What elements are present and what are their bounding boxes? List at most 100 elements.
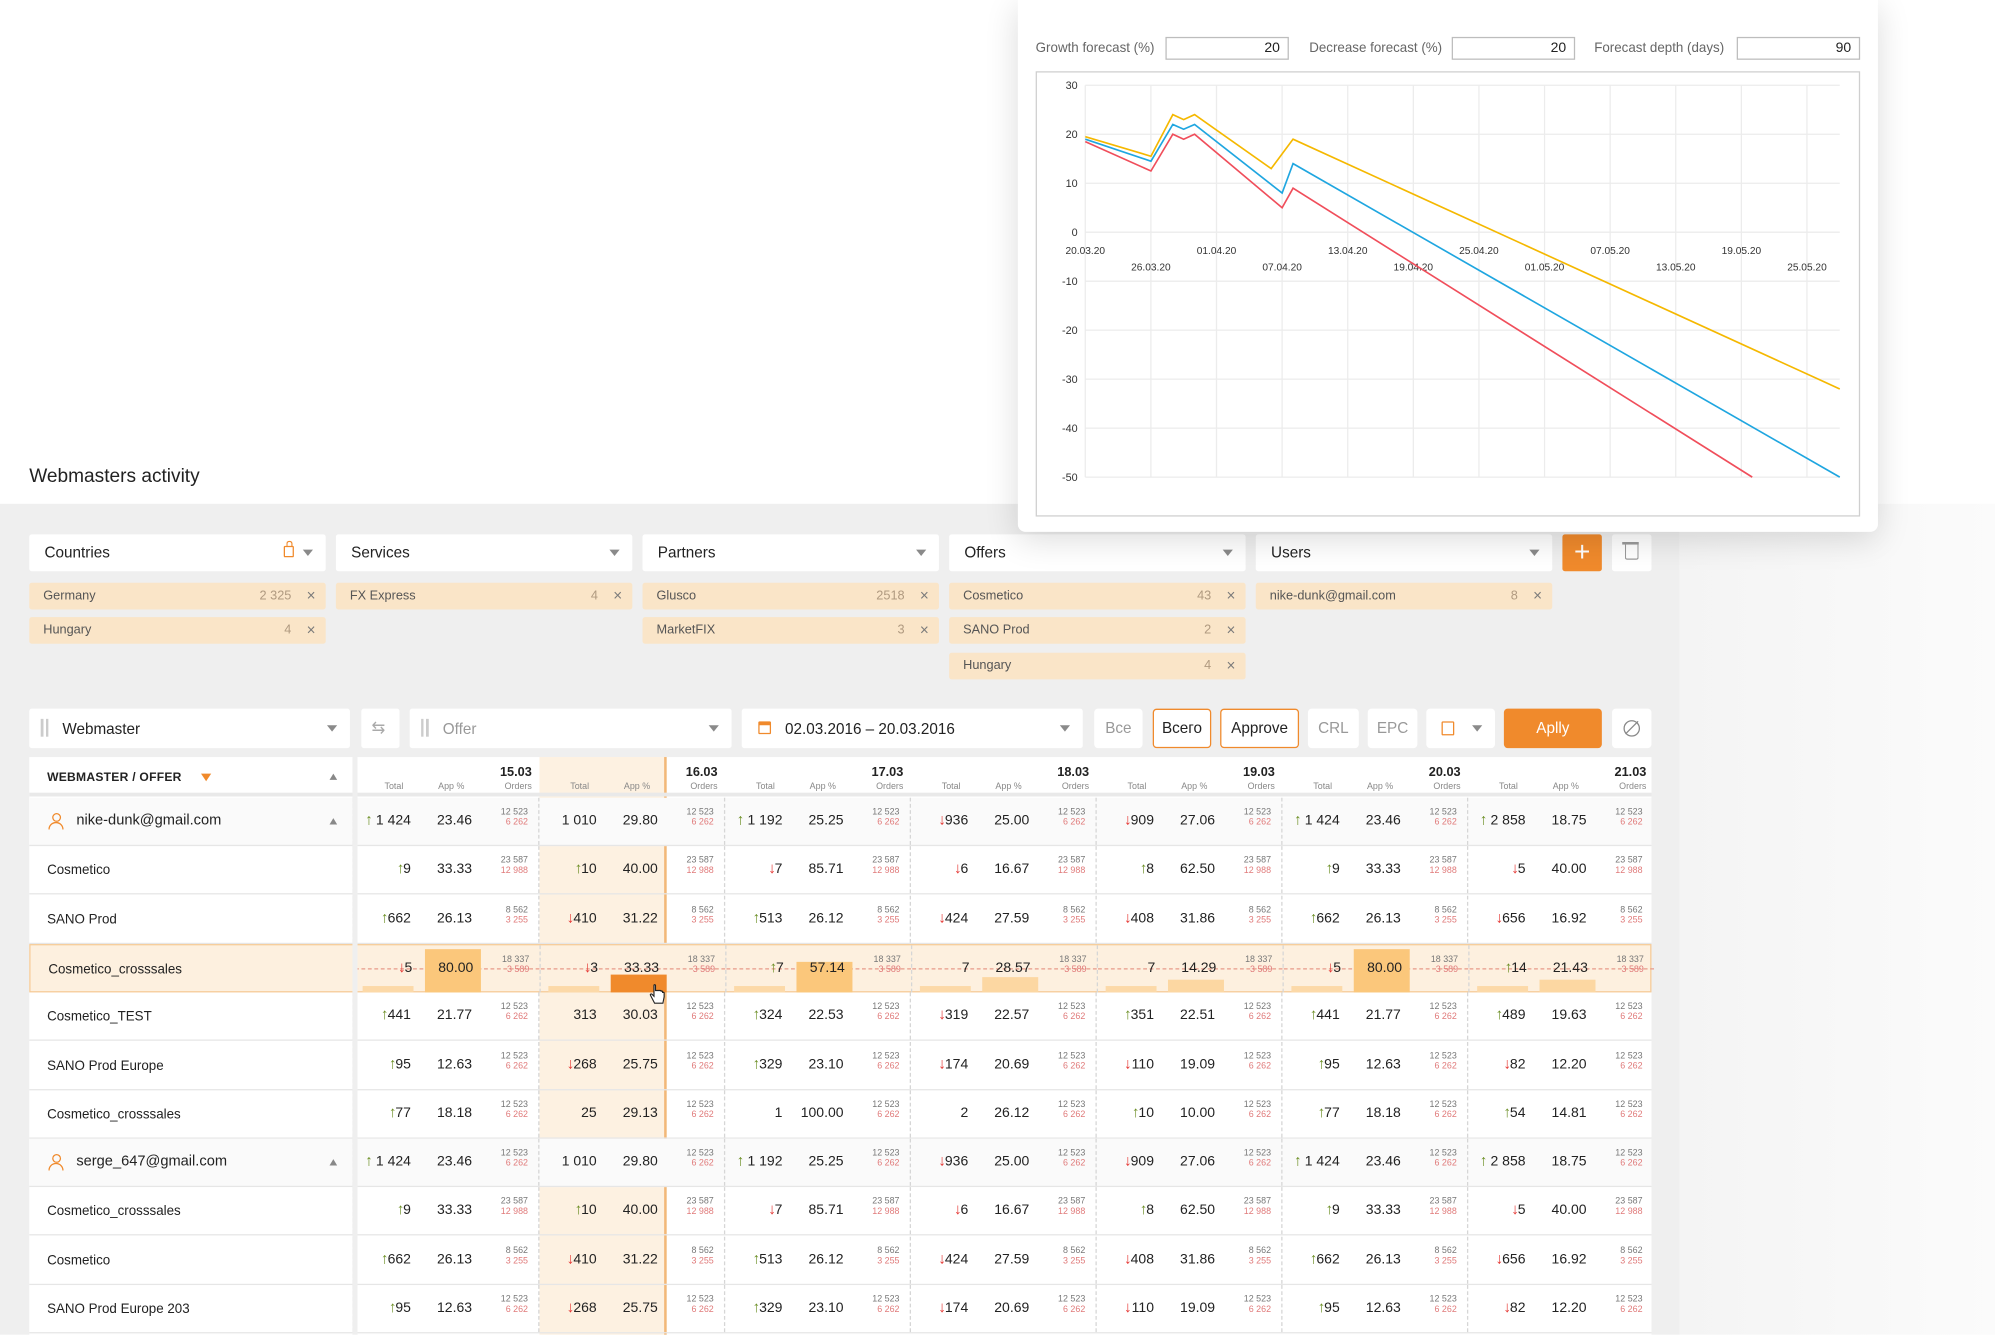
day-cell[interactable]: ↑ 2 858 18.75 12 523 6 262 — [1466, 797, 1653, 845]
day-cell[interactable]: ↑ 441 21.77 12 523 6 262 — [1281, 992, 1467, 1040]
filter-chip[interactable]: nike-dunk@gmail.com 8 × — [1255, 582, 1553, 610]
day-cell[interactable]: ↑ 329 23.10 12 523 6 262 — [723, 1041, 910, 1089]
day-cell[interactable]: ↓ 7 85.71 23 587 12 988 — [723, 1187, 910, 1235]
day-cell[interactable]: 1 100.00 12 523 6 262 — [723, 1090, 910, 1138]
day-cell[interactable]: ↑ 324 22.53 12 523 6 262 — [723, 992, 910, 1040]
day-header[interactable]: 17.03 — [852, 766, 903, 780]
day-cell[interactable]: ↓ 909 27.06 12 523 6 262 — [1095, 1138, 1281, 1186]
drag-handle-icon[interactable] — [40, 718, 49, 737]
day-cell[interactable]: ↑ 1 192 25.25 12 523 6 262 — [723, 1138, 910, 1186]
day-cell[interactable]: ↓ 410 31.22 8 562 3 255 — [538, 895, 724, 943]
day-cell[interactable]: ↑ 662 26.13 8 562 3 255 — [1281, 1236, 1467, 1284]
day-header[interactable]: 21.03 — [1595, 766, 1647, 780]
add-filter-button[interactable]: + — [1562, 534, 1602, 572]
day-cell[interactable]: ↓ 6 16.67 23 587 12 988 — [909, 1187, 1096, 1235]
filter-chip[interactable]: SANO Prod 2 × — [949, 617, 1246, 644]
day-cell[interactable]: 2 26.12 12 523 6 262 — [909, 1090, 1096, 1138]
day-cell[interactable]: ↓ 656 16.92 8 562 3 255 — [1466, 895, 1653, 943]
swap-button[interactable]: ⇆ — [361, 708, 400, 749]
day-cell[interactable]: ↑ 329 23.10 12 523 6 262 — [723, 1285, 910, 1333]
day-cell[interactable]: ↑ 95 12.63 12 523 6 262 — [352, 1041, 538, 1089]
day-cell[interactable]: ↓ 936 25.00 12 523 6 262 — [909, 797, 1096, 845]
day-cell[interactable]: ↑ 441 21.77 12 523 6 262 — [352, 992, 538, 1040]
day-cell[interactable]: ↑ 9 33.33 23 587 12 988 — [1281, 846, 1467, 894]
day-cell[interactable]: ↑ 662 26.13 8 562 3 255 — [352, 895, 538, 943]
day-cell[interactable]: ↓ 3 33.33 18 337 3 589 — [539, 945, 726, 993]
webmaster-row[interactable]: serge_647@gmail.com ↑ 1 424 23.46 12 523 6 26… — [29, 1138, 1652, 1188]
close-icon[interactable]: × — [307, 587, 316, 605]
day-cell[interactable]: ↑ 9 33.33 23 587 12 988 — [1281, 1187, 1467, 1235]
services-filter[interactable]: Services — [335, 534, 633, 572]
day-cell[interactable]: ↓ 174 20.69 12 523 6 262 — [909, 1041, 1096, 1089]
day-cell[interactable]: ↓ 319 22.57 12 523 6 262 — [909, 992, 1096, 1040]
offer-select[interactable]: Offer — [409, 708, 732, 749]
collapse-icon[interactable] — [329, 818, 338, 825]
close-icon[interactable]: × — [1226, 587, 1235, 605]
day-cell[interactable]: 7 28.57 18 337 3 589 — [910, 945, 1097, 993]
close-icon[interactable]: × — [307, 621, 316, 639]
total-button[interactable]: Всего — [1152, 708, 1212, 749]
offer-row[interactable]: Cosmetico_crosssales ↓ 5 80.00 18 337 3 589 ↓ 3… — [29, 943, 1655, 993]
offer-row[interactable]: SANO Prod Europe 203 ↑ 95 12.63 12 523 6 262 ↓… — [29, 1285, 1653, 1334]
day-header[interactable]: 19.03 — [1224, 766, 1275, 780]
day-cell[interactable]: ↓ 424 27.59 8 562 3 255 — [909, 1236, 1096, 1284]
offer-row[interactable]: Cosmetico_crosssales ↑ 77 18.18 12 523 6 262 2… — [29, 1090, 1652, 1139]
day-cell[interactable]: ↓ 110 19.09 12 523 6 262 — [1095, 1285, 1281, 1333]
day-cell[interactable]: ↑ 1 424 23.46 12 523 6 262 — [1281, 797, 1467, 845]
day-cell[interactable]: ↓ 6 16.67 23 587 12 988 — [909, 846, 1096, 894]
offers-filter[interactable]: Offers — [949, 534, 1246, 572]
close-icon[interactable]: × — [1533, 587, 1542, 605]
filter-chip[interactable]: MarketFIX 3 × — [642, 617, 939, 644]
day-header[interactable]: 18.03 — [1038, 766, 1089, 780]
filter-chip[interactable]: Hungary 4 × — [29, 617, 326, 644]
day-cell[interactable]: ↑ 77 18.18 12 523 6 262 — [352, 1090, 538, 1138]
day-header[interactable]: 16.03 — [667, 766, 718, 780]
filter-chip[interactable]: Glusco 2518 × — [642, 582, 939, 610]
day-cell[interactable]: ↓ 5 80.00 18 337 3 589 — [353, 945, 540, 993]
column-header-webmaster[interactable]: WEBMASTER / OFFER — [47, 771, 182, 785]
day-cell[interactable]: ↓ 936 25.00 12 523 6 262 — [909, 1138, 1096, 1186]
apply-button[interactable]: Aplly — [1503, 708, 1602, 749]
day-cell[interactable]: ↑ 513 26.12 8 562 3 255 — [723, 895, 910, 943]
growth-forecast-input[interactable] — [1165, 36, 1289, 60]
filter-chip[interactable]: Hungary 4 × — [949, 652, 1246, 680]
day-cell[interactable]: ↑ 1 424 23.46 12 523 6 262 — [1281, 1138, 1467, 1186]
forecast-depth-input[interactable] — [1736, 36, 1861, 60]
sort-desc-icon[interactable] — [201, 773, 212, 782]
offer-row[interactable]: SANO Prod Europe ↑ 95 12.63 12 523 6 262 ↓ 268 2… — [29, 1041, 1652, 1090]
day-cell[interactable]: ↓ 909 27.06 12 523 6 262 — [1095, 797, 1281, 845]
day-cell[interactable]: ↑ 14 21.43 18 337 3 589 — [1468, 945, 1655, 993]
crl-button[interactable]: CRL — [1307, 708, 1359, 749]
approve-button[interactable]: Approve — [1220, 708, 1300, 749]
reset-button[interactable] — [1612, 708, 1652, 749]
day-cell[interactable]: ↓ 408 31.86 8 562 3 255 — [1095, 895, 1281, 943]
day-cell[interactable]: ↑ 662 26.13 8 562 3 255 — [352, 1236, 538, 1284]
close-icon[interactable]: × — [1226, 657, 1235, 675]
day-cell[interactable]: ↑ 7 57.14 18 337 3 589 — [725, 945, 911, 993]
day-cell[interactable]: ↑ 10 40.00 23 587 12 988 — [538, 846, 724, 894]
offer-row[interactable]: Cosmetico_crosssales ↑ 9 33.33 23 587 12 988 ↑… — [29, 1187, 1652, 1236]
day-cell[interactable]: 1 010 29.80 12 523 6 262 — [538, 797, 724, 845]
day-cell[interactable]: ↑ 8 62.50 23 587 12 988 — [1095, 846, 1281, 894]
decrease-forecast-input[interactable] — [1451, 36, 1576, 60]
offer-row[interactable]: Cosmetico ↑ 9 33.33 23 587 12 988 ↑ 10 40.00 23 5… — [29, 846, 1652, 895]
offer-row[interactable]: Cosmetico ↑ 662 26.13 8 562 3 255 ↓ 410 31.22 8 5… — [29, 1236, 1652, 1285]
filter-chip[interactable]: Cosmetico 43 × — [949, 582, 1246, 610]
day-cell[interactable]: 313 30.03 12 523 6 262 — [538, 992, 724, 1040]
offer-row[interactable]: SANO Prod ↑ 662 26.13 8 562 3 255 ↓ 410 31.22 8 5… — [29, 895, 1653, 944]
day-cell[interactable]: ↓ 82 12.20 12 523 6 262 — [1466, 1285, 1653, 1333]
day-cell[interactable]: ↓ 7 85.71 23 587 12 988 — [723, 846, 910, 894]
day-cell[interactable]: ↑ 1 424 23.46 12 523 6 262 — [352, 1138, 538, 1186]
close-icon[interactable]: × — [920, 587, 929, 605]
day-cell[interactable]: ↓ 424 27.59 8 562 3 255 — [909, 895, 1096, 943]
day-cell[interactable]: ↑ 8 62.50 23 587 12 988 — [1095, 1187, 1281, 1235]
filter-chip[interactable]: Germany 2 325 × — [29, 582, 326, 610]
day-cell[interactable]: ↑ 95 12.63 12 523 6 262 — [1281, 1041, 1467, 1089]
drag-handle-icon[interactable] — [421, 718, 429, 737]
day-header[interactable]: 15.03 — [481, 766, 532, 780]
day-cell[interactable]: ↑ 9 33.33 23 587 12 988 — [352, 846, 538, 894]
collapse-all-icon[interactable] — [329, 773, 338, 780]
day-cell[interactable]: ↓ 408 31.86 8 562 3 255 — [1095, 1236, 1281, 1284]
day-cell[interactable]: ↑ 10 40.00 23 587 12 988 — [538, 1187, 724, 1235]
day-cell[interactable]: ↑ 9 33.33 23 587 12 988 — [352, 1187, 538, 1235]
